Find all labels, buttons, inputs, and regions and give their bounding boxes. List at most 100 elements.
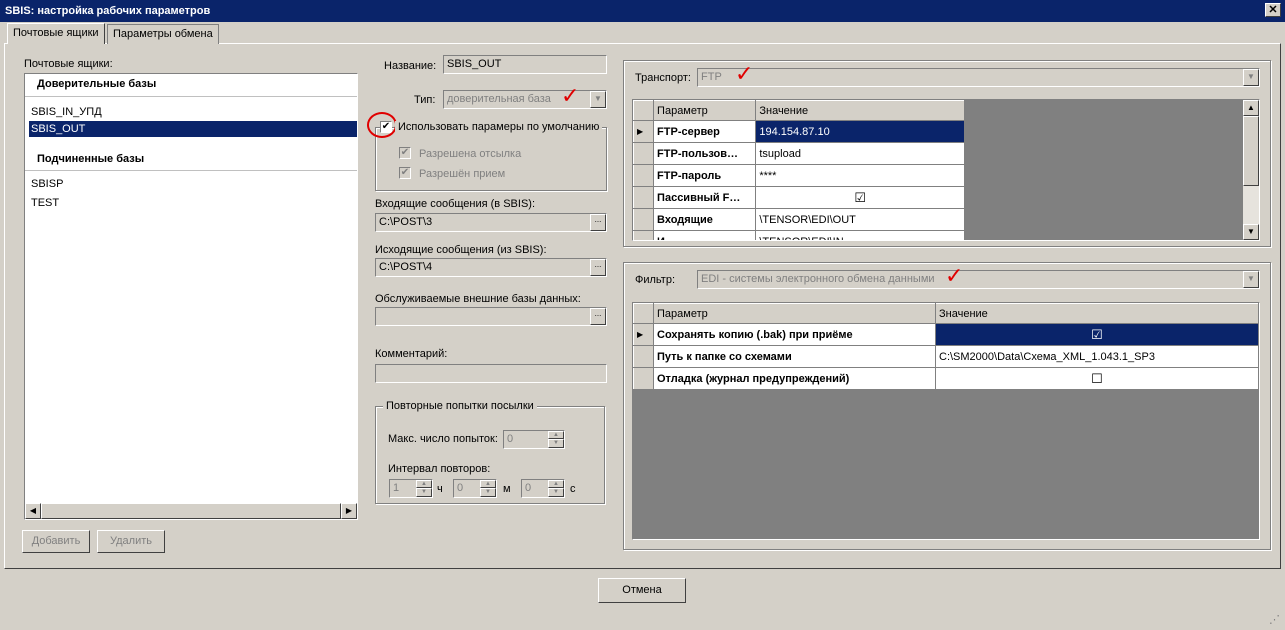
list-item[interactable]: SBIS_IN_УПД — [31, 104, 357, 120]
sub-header: Подчиненные базы — [37, 153, 145, 165]
interval-seconds-spinner[interactable]: 0 ▲ ▼ — [521, 479, 565, 498]
col-param-header[interactable]: Параметр — [653, 100, 757, 121]
scroll-right-icon[interactable]: ▶ — [341, 503, 357, 519]
browse-external-db-button[interactable]: ... — [590, 308, 606, 325]
close-button[interactable]: ✕ — [1265, 3, 1281, 17]
allow-send-checkbox[interactable]: ✔ — [399, 147, 411, 159]
param-value[interactable]: **** — [755, 164, 965, 187]
type-value: доверительная база — [447, 93, 551, 105]
transport-value: FTP — [701, 71, 722, 83]
param-name[interactable]: И… — [653, 230, 757, 240]
filter-value: EDI - системы электронного обмена данным… — [701, 273, 935, 285]
param-value[interactable]: C:\SM2000\Data\Схема_XML_1.043.1_SP3 — [935, 345, 1259, 368]
red-check-annotation: ✓ — [945, 264, 964, 289]
add-button[interactable]: Добавить — [22, 530, 90, 553]
row-indicator-icon: ▶ — [633, 120, 655, 143]
debug-log-checkbox[interactable]: ☐ — [935, 367, 1259, 390]
interval-minutes-spinner[interactable]: 0 ▲ ▼ — [453, 479, 497, 498]
interval-hours-spinner[interactable]: 1 ▲ ▼ — [389, 479, 433, 498]
window-title: SBIS: настройка рабочих параметров — [0, 0, 1285, 22]
scroll-thumb[interactable] — [1243, 116, 1259, 186]
mailboxes-label: Почтовые ящики: — [24, 58, 113, 70]
param-name[interactable]: FTP-сервер — [653, 120, 757, 143]
allow-receive-checkbox[interactable]: ✔ — [399, 167, 411, 179]
type-label: Тип: — [414, 94, 436, 106]
transport-grid[interactable]: Параметр Значение ▶ FTP-сервер 194.154.8… — [632, 99, 1260, 241]
param-value[interactable]: 194.154.87.10 — [755, 120, 965, 143]
filter-label: Фильтр: — [635, 274, 676, 286]
scroll-up-icon[interactable]: ▲ — [1243, 100, 1259, 116]
incoming-label: Входящие сообщения (в SBIS): — [375, 198, 535, 210]
param-name[interactable]: Путь к папке со схемами — [653, 345, 936, 368]
spin-up-icon[interactable]: ▲ — [480, 480, 496, 488]
passive-ftp-checkbox[interactable]: ☑ — [755, 186, 965, 209]
spin-up-icon[interactable]: ▲ — [548, 431, 564, 439]
mailboxes-list[interactable]: Доверительные базы SBIS_IN_УПД SBIS_OUT … — [24, 73, 358, 520]
param-value[interactable]: \TENSOR\EDI\IN — [755, 230, 965, 240]
retry-group-title: Повторные попытки посылки — [383, 400, 537, 412]
max-tries-spinner[interactable]: 0 ▲ ▼ — [503, 430, 565, 449]
filter-grid[interactable]: Параметр Значение ▶ Сохранять копию (.ba… — [632, 302, 1260, 540]
resize-grip-icon[interactable]: ⋰ — [1269, 614, 1281, 626]
outgoing-label: Исходящие сообщения (из SBIS): — [375, 244, 547, 256]
tab-exchange-params[interactable]: Параметры обмена — [107, 24, 219, 44]
trusted-header: Доверительные базы — [37, 78, 157, 90]
comment-field[interactable] — [375, 364, 607, 383]
tab-mailboxes[interactable]: Почтовые ящики — [7, 23, 105, 44]
browse-incoming-button[interactable]: ... — [590, 214, 606, 231]
chevron-down-icon[interactable]: ▼ — [590, 91, 606, 108]
spin-down-icon[interactable]: ▼ — [548, 488, 564, 497]
scroll-thumb[interactable] — [41, 503, 341, 519]
list-item[interactable]: TEST — [31, 197, 59, 209]
name-field[interactable]: SBIS_OUT — [443, 55, 607, 74]
scroll-down-icon[interactable]: ▼ — [1243, 224, 1259, 240]
interval-hours-value: 1 — [393, 482, 400, 494]
comment-label: Комментарий: — [375, 348, 448, 360]
interval-label: Интервал повторов: — [388, 463, 491, 475]
cancel-button[interactable]: Отмена — [598, 578, 686, 603]
max-tries-value: 0 — [507, 433, 514, 445]
chevron-down-icon[interactable]: ▼ — [1243, 69, 1259, 86]
vertical-scrollbar[interactable]: ▲ ▼ — [1243, 100, 1259, 240]
red-check-annotation: ✓ — [561, 84, 580, 109]
col-param-header[interactable]: Параметр — [653, 303, 936, 324]
transport-label: Транспорт: — [635, 72, 691, 84]
outgoing-field[interactable]: C:\POST\4 ... — [375, 258, 607, 277]
list-item[interactable]: SBISP — [31, 178, 63, 190]
param-name[interactable]: FTP-пользов… — [653, 142, 757, 165]
allow-send-label: Разрешена отсылка — [419, 148, 522, 160]
chevron-down-icon[interactable]: ▼ — [1243, 271, 1259, 288]
red-check-annotation: ✓ — [735, 62, 754, 87]
allow-receive-label: Разрешён прием — [419, 168, 506, 180]
col-value-header[interactable]: Значение — [755, 100, 965, 121]
param-name[interactable]: FTP-пароль — [653, 164, 757, 187]
list-item-selected[interactable]: SBIS_OUT — [29, 121, 357, 137]
param-name[interactable]: Входящие — [653, 208, 757, 231]
spin-up-icon[interactable]: ▲ — [416, 480, 432, 488]
spin-down-icon[interactable]: ▼ — [480, 488, 496, 497]
incoming-field[interactable]: C:\POST\3 ... — [375, 213, 607, 232]
scroll-left-icon[interactable]: ◀ — [25, 503, 41, 519]
type-select[interactable]: доверительная база ▼ — [443, 90, 607, 109]
interval-minutes-value: 0 — [457, 482, 464, 494]
delete-button[interactable]: Удалить — [97, 530, 165, 553]
spin-up-icon[interactable]: ▲ — [548, 480, 564, 488]
param-name[interactable]: Пассивный F… — [653, 186, 757, 209]
transport-select[interactable]: FTP ▼ — [697, 68, 1260, 87]
external-db-field[interactable]: ... — [375, 307, 607, 326]
browse-outgoing-button[interactable]: ... — [590, 259, 606, 276]
param-name[interactable]: Сохранять копию (.bak) при приёме — [653, 323, 936, 346]
param-name[interactable]: Отладка (журнал предупреждений) — [653, 367, 936, 390]
spin-down-icon[interactable]: ▼ — [548, 439, 564, 448]
save-bak-checkbox[interactable]: ☑ — [935, 323, 1259, 346]
col-value-header[interactable]: Значение — [935, 303, 1259, 324]
incoming-value: C:\POST\3 — [379, 216, 433, 228]
interval-seconds-value: 0 — [525, 482, 532, 494]
outgoing-value: C:\POST\4 — [379, 261, 433, 273]
filter-select[interactable]: EDI - системы электронного обмена данным… — [697, 270, 1260, 289]
red-circle-annotation — [367, 112, 397, 138]
param-value[interactable]: tsupload — [755, 142, 965, 165]
horizontal-scrollbar[interactable]: ◀ ▶ — [25, 503, 357, 519]
spin-down-icon[interactable]: ▼ — [416, 488, 432, 497]
param-value[interactable]: \TENSOR\EDI\OUT — [755, 208, 965, 231]
